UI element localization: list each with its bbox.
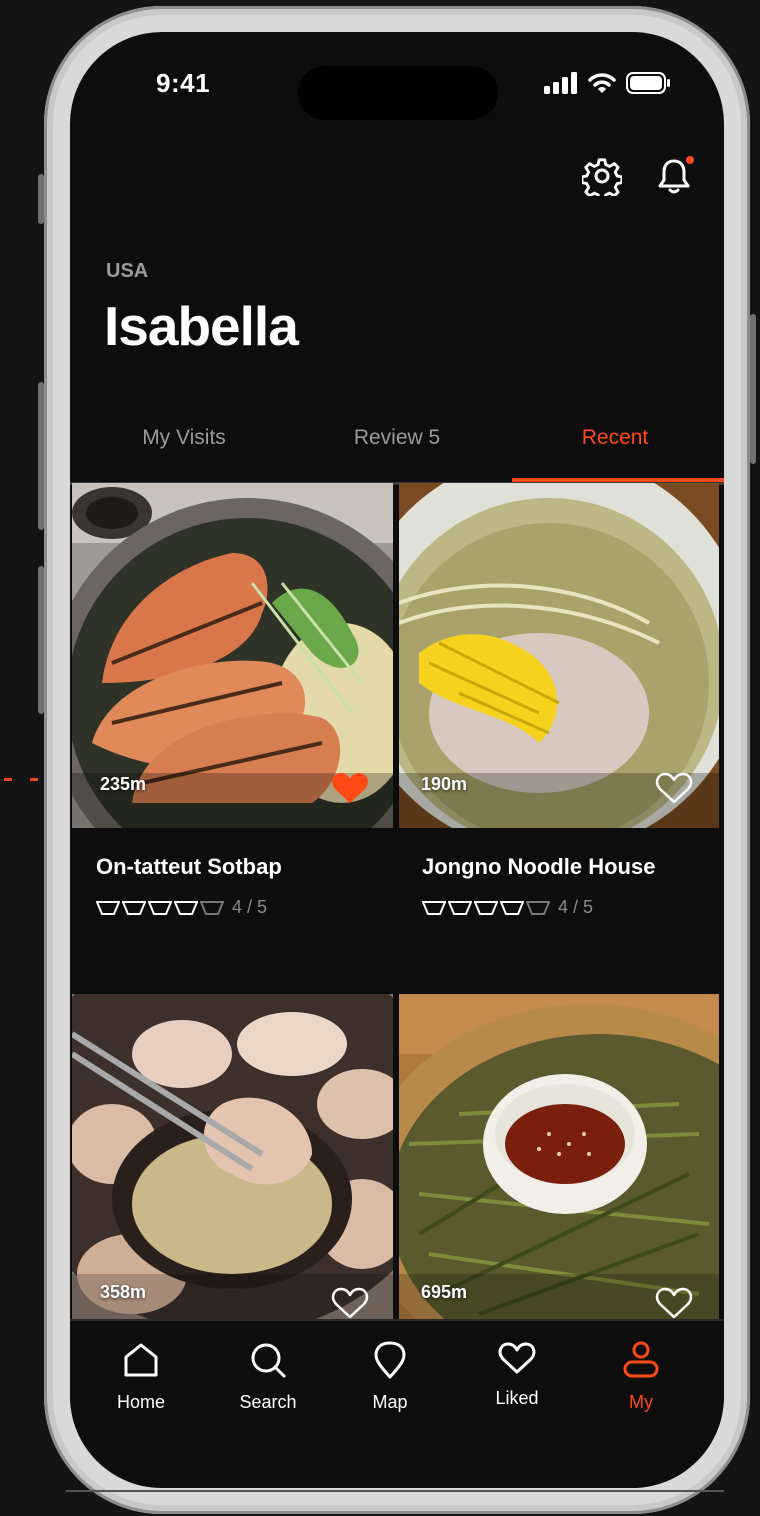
tab-active-indicator (512, 478, 724, 482)
place-name[interactable]: On-tatteut Sotbap (96, 854, 282, 880)
nav-search[interactable]: Search (218, 1341, 318, 1413)
settings-button[interactable] (580, 156, 624, 202)
user-icon (623, 1341, 659, 1378)
bowl-filled-icon (122, 900, 146, 915)
tab-my-visits[interactable]: My Visits (75, 426, 293, 450)
heart-outline-icon[interactable] (655, 771, 693, 805)
phone-screen: 9:41 USA Isabella My Visits Review 5 Rec… (70, 32, 724, 1488)
notification-badge (686, 156, 694, 164)
power-button (750, 314, 756, 464)
place-distance: 235m (100, 774, 147, 794)
wifi-icon (588, 73, 616, 93)
profile-tabs: My Visits Review 5 Recent (70, 412, 724, 485)
nav-map[interactable]: Map (340, 1341, 440, 1413)
search-icon (251, 1343, 286, 1378)
place-name[interactable]: Jongno Noodle House (422, 854, 655, 880)
header-actions (580, 156, 696, 202)
nav-home[interactable]: Home (91, 1341, 191, 1413)
place-rating: 4 / 5 (96, 897, 267, 918)
map-pin-icon (374, 1341, 406, 1379)
profile-name: Isabella (104, 295, 299, 357)
guide-dash-line (0, 778, 40, 781)
place-photo-sotbap[interactable]: 235m (72, 483, 393, 828)
tab-recent[interactable]: Recent (506, 426, 724, 450)
volume-up-button (38, 382, 44, 530)
bottom-navigation: Home Search Map Liked My (70, 1319, 724, 1488)
nav-label: Search (239, 1392, 297, 1412)
bowl-filled-icon (474, 900, 498, 915)
bowl-filled-icon (448, 900, 472, 915)
tab-review[interactable]: Review 5 (288, 426, 506, 450)
place-photo-jongno[interactable]: 190m (399, 483, 719, 828)
place-photo-pajeon[interactable]: 695m (399, 994, 719, 1324)
rating-text: 4 / 5 (232, 897, 268, 917)
status-icons (544, 72, 670, 94)
bowl-filled-icon (422, 900, 446, 915)
notifications-button[interactable] (656, 156, 696, 198)
place-distance: 190m (421, 774, 468, 794)
bowl-filled-icon (500, 900, 524, 915)
heart-icon (498, 1342, 536, 1374)
bowl-filled-icon (148, 900, 172, 915)
bowl-filled-icon (174, 900, 198, 915)
mute-switch (38, 174, 44, 224)
heart-filled-icon[interactable] (331, 771, 369, 805)
rating-text: 4 / 5 (558, 897, 594, 917)
frame-bottom-edge (66, 1490, 724, 1492)
heart-outline-icon[interactable] (655, 1286, 693, 1320)
nav-my[interactable]: My (591, 1341, 691, 1413)
cellular-signal-icon (544, 72, 577, 94)
pork-dish-photo (72, 994, 393, 1324)
volume-down-button (38, 566, 44, 714)
place-rating: 4 / 5 (422, 897, 593, 918)
heart-outline-icon[interactable] (331, 1286, 369, 1320)
profile-country: USA (106, 260, 149, 282)
place-photo-bossam[interactable]: 358m (72, 994, 393, 1324)
bowl-filled-icon (96, 900, 120, 915)
nav-label: Map (372, 1392, 408, 1412)
status-time: 9:41 (156, 68, 211, 98)
dynamic-island (298, 66, 498, 120)
nav-label: Home (116, 1392, 165, 1412)
place-distance: 358m (100, 1282, 147, 1302)
bowl-empty-icon (526, 900, 550, 915)
nav-label: My (629, 1392, 653, 1412)
bowl-empty-icon (200, 900, 224, 915)
home-icon (124, 1343, 158, 1377)
pancake-photo (399, 994, 719, 1324)
place-distance: 695m (421, 1282, 468, 1302)
battery-icon (626, 72, 670, 94)
nav-liked[interactable]: Liked (467, 1341, 567, 1409)
gear-icon (580, 158, 624, 202)
nav-label: Liked (495, 1388, 539, 1408)
